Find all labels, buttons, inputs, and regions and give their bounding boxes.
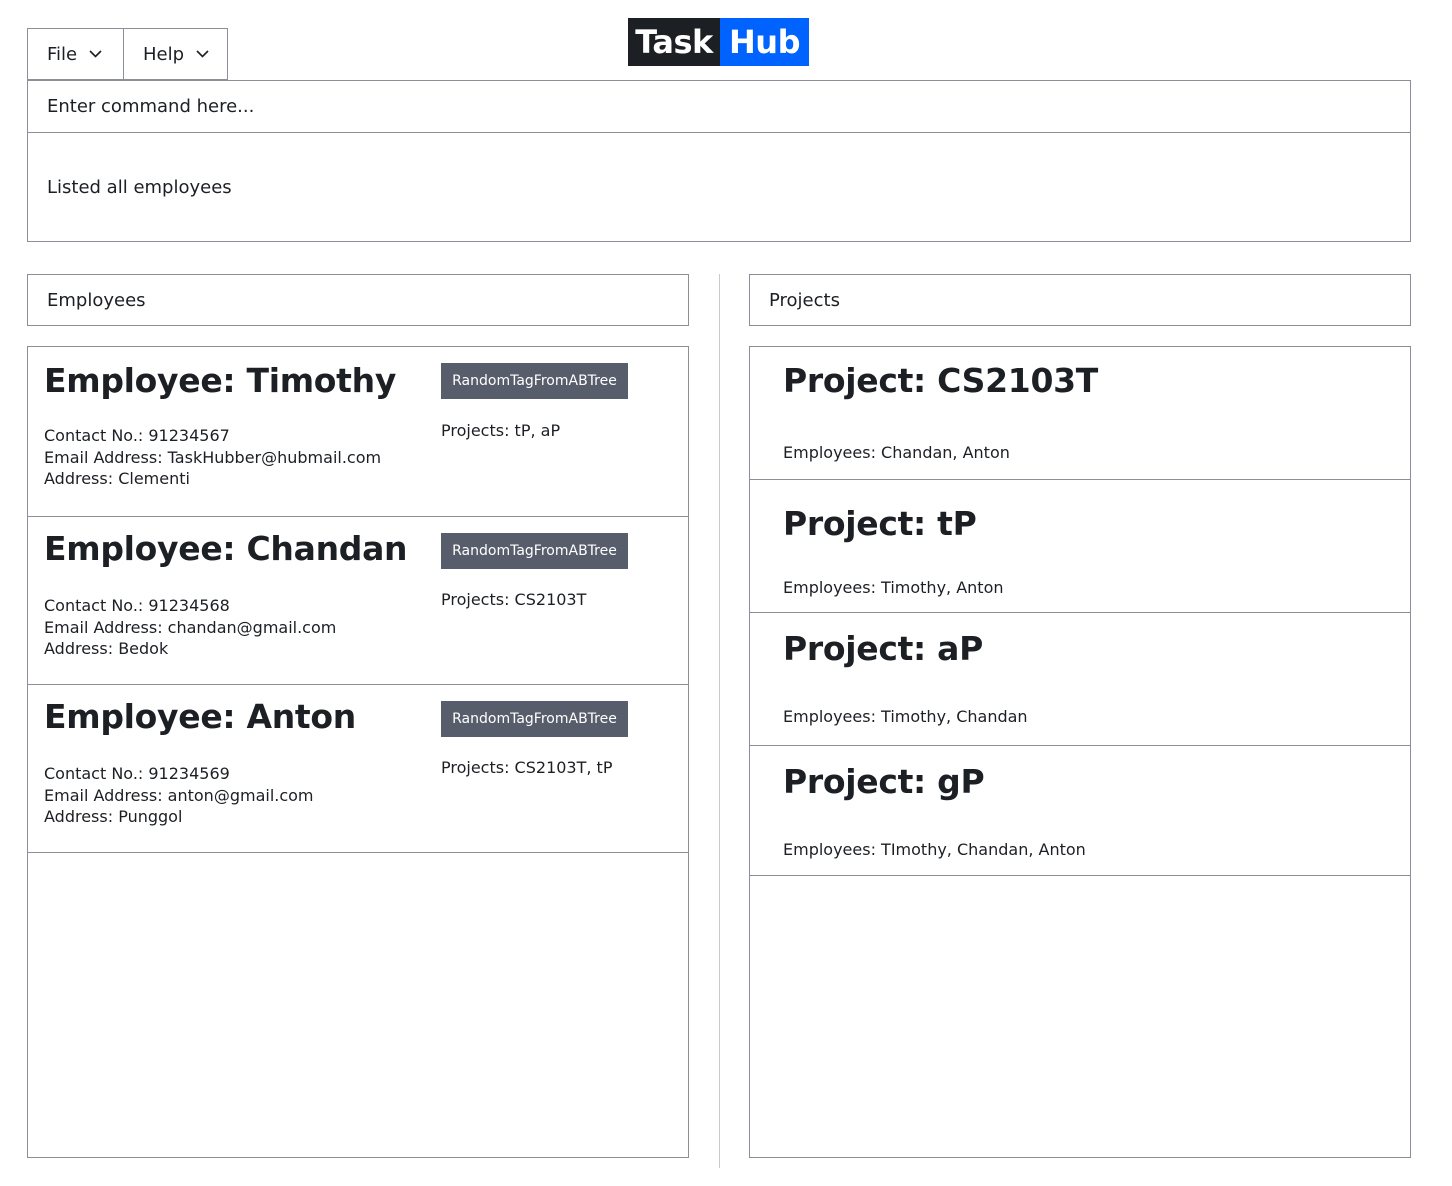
project-name: Project: tP — [783, 504, 977, 543]
project-employees: Employees: TImothy, Chandan, Anton — [783, 840, 1086, 859]
project-list[interactable]: Project: CS2103T Employees: Chandan, Ant… — [749, 346, 1411, 1158]
chevron-down-icon — [89, 50, 102, 58]
help-menu-label: Help — [143, 43, 185, 65]
app-logo: Task Hub — [628, 18, 809, 66]
project-card[interactable]: Project: CS2103T Employees: Chandan, Ant… — [750, 347, 1410, 480]
project-card[interactable]: Project: gP Employees: TImothy, Chandan,… — [750, 746, 1410, 876]
employee-address: Address: Punggol — [44, 807, 183, 826]
employee-contact: Contact No.: 91234567 — [44, 426, 230, 445]
project-card[interactable]: Project: tP Employees: Timothy, Anton — [750, 480, 1410, 613]
command-input[interactable]: Enter command here... — [27, 80, 1411, 133]
help-menu[interactable]: Help — [123, 28, 228, 80]
employee-projects: Projects: tP, aP — [441, 421, 561, 440]
employee-address: Address: Bedok — [44, 639, 169, 658]
employee-email: Email Address: anton@gmail.com — [44, 785, 314, 805]
employee-projects: Projects: CS2103T — [441, 590, 587, 609]
project-employees: Employees: Chandan, Anton — [783, 443, 1010, 462]
project-card[interactable]: Project: aP Employees: Timothy, Chandan — [750, 613, 1410, 746]
employee-address: Address: Clementi — [44, 469, 190, 488]
employee-tag: RandomTagFromABTree — [441, 363, 628, 399]
projects-header-label: Projects — [769, 289, 840, 311]
project-employees: Employees: Timothy, Anton — [783, 578, 1004, 597]
project-employees: Employees: Timothy, Chandan — [783, 707, 1028, 726]
employees-panel-header: Employees — [27, 274, 689, 326]
logo-task: Task — [628, 18, 720, 66]
employee-tag: RandomTagFromABTree — [441, 701, 628, 737]
employee-card[interactable]: Employee: Anton RandomTagFromABTree Cont… — [28, 685, 688, 853]
employee-card[interactable]: Employee: Timothy RandomTagFromABTree Co… — [28, 347, 688, 517]
logo-hub: Hub — [720, 18, 809, 66]
project-name: Project: gP — [783, 762, 985, 801]
employee-card[interactable]: Employee: Chandan RandomTagFromABTree Co… — [28, 517, 688, 685]
projects-panel-header: Projects — [749, 274, 1411, 326]
command-placeholder: Enter command here... — [47, 96, 255, 117]
employee-name: Employee: Timothy — [44, 361, 397, 400]
employee-projects: Projects: CS2103T, tP — [441, 758, 613, 777]
employee-name: Employee: Anton — [44, 697, 356, 736]
file-menu[interactable]: File — [27, 28, 124, 80]
project-name: Project: CS2103T — [783, 361, 1099, 400]
employee-email: Email Address: TaskHubber@hubmail.com — [44, 447, 382, 467]
employee-list[interactable]: Employee: Timothy RandomTagFromABTree Co… — [27, 346, 689, 1158]
employee-tag: RandomTagFromABTree — [441, 533, 628, 569]
employee-contact: Contact No.: 91234568 — [44, 596, 230, 615]
project-name: Project: aP — [783, 629, 984, 668]
employee-name: Employee: Chandan — [44, 529, 408, 568]
chevron-down-icon — [196, 50, 209, 58]
employees-header-label: Employees — [47, 289, 146, 311]
employee-contact: Contact No.: 91234569 — [44, 764, 230, 783]
file-menu-label: File — [47, 43, 78, 65]
panel-divider[interactable] — [719, 274, 720, 1168]
result-display: Listed all employees — [27, 132, 1411, 242]
result-text: Listed all employees — [47, 176, 232, 198]
employee-email: Email Address: chandan@gmail.com — [44, 617, 337, 637]
